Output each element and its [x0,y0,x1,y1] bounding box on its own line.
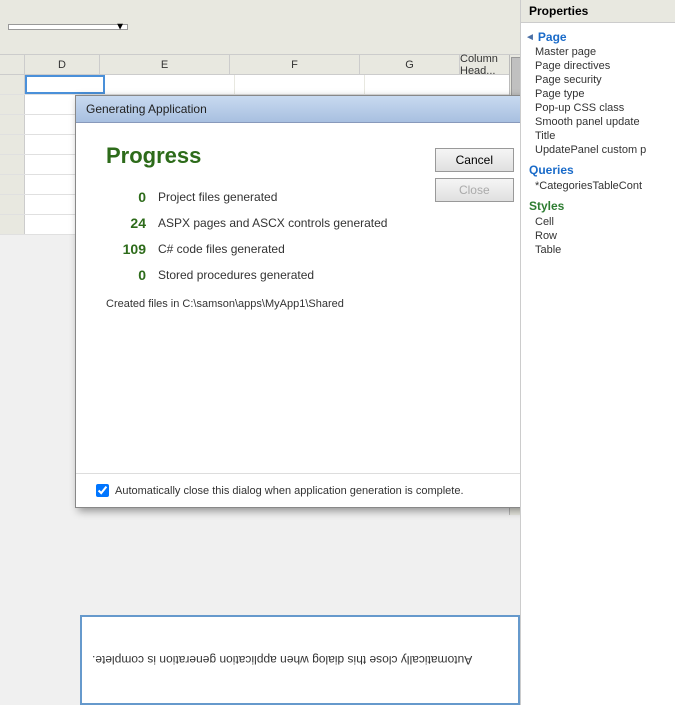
progress-num-0: 0 [106,189,146,205]
prop-styles-title: Styles [525,198,568,214]
col-header-f: F [230,55,360,74]
dialog-buttons: Cancel Close [435,148,514,202]
prop-item-page-type[interactable]: Page type [521,87,675,101]
prop-section-styles-header[interactable]: Styles [521,197,675,215]
prop-section-queries-header[interactable]: Queries [521,161,675,179]
toolbar: ▼ [0,0,520,55]
progress-label-3: Stored procedures generated [158,268,314,282]
triangle-icon: ◄ [525,32,535,43]
close-button[interactable]: Close [435,178,514,202]
progress-label-1: ASPX pages and ASCX controls generated [158,216,387,230]
bottom-panel: Automatically close this dialog when app… [80,615,520,705]
prop-item-categories[interactable]: *CategoriesTableCont [521,179,675,193]
prop-section-page-header[interactable]: ◄ Page [521,29,675,45]
prop-section-queries: Queries *CategoriesTableCont [521,159,675,195]
prop-section-page: ◄ Page Master page Page directives Page … [521,27,675,159]
progress-label-2: C# code files generated [158,242,285,256]
prop-item-page-directives[interactable]: Page directives [521,59,675,73]
progress-dialog: Generating Application Progress 0 Projec… [75,95,535,508]
progress-label-0: Project files generated [158,190,277,204]
progress-row-3: 0 Stored procedures generated [106,267,504,283]
prop-item-updatepanel[interactable]: UpdatePanel custom p [521,143,675,157]
prop-section-page-title: Page [538,30,567,44]
column-headers: D E F G Column Head... [0,55,520,75]
prop-item-cell[interactable]: Cell [521,215,675,229]
dropdown-arrow-icon: ▼ [115,22,125,33]
prop-item-row[interactable]: Row [521,229,675,243]
auto-close-label: Automatically close this dialog when app… [115,485,464,497]
dialog-titlebar: Generating Application [76,96,534,123]
prop-item-title[interactable]: Title [521,129,675,143]
prop-queries-title: Queries [525,162,578,178]
auto-close-checkbox[interactable] [96,484,109,497]
toolbar-dropdown[interactable]: ▼ [8,24,128,30]
dialog-title: Generating Application [86,102,207,116]
cell-selected[interactable] [25,75,105,94]
prop-item-table[interactable]: Table [521,243,675,257]
prop-item-popup-css[interactable]: Pop-up CSS class [521,101,675,115]
prop-section-styles: Styles Cell Row Table [521,195,675,259]
scrollbar-thumb[interactable] [511,57,521,97]
col-header-g: G [360,55,460,74]
grid-row-1 [0,75,520,95]
progress-num-2: 109 [106,241,146,257]
dialog-body: Progress 0 Project files generated 24 AS… [76,123,534,473]
prop-item-master-page[interactable]: Master page [521,45,675,59]
prop-item-smooth-panel[interactable]: Smooth panel update [521,115,675,129]
dialog-footer: Automatically close this dialog when app… [76,473,534,507]
progress-path: Created files in C:\samson\apps\MyApp1\S… [106,298,504,310]
col-header-e: E [100,55,230,74]
cancel-button[interactable]: Cancel [435,148,514,172]
prop-item-page-security[interactable]: Page security [521,73,675,87]
bottom-panel-text: Automatically close this dialog when app… [92,653,472,667]
properties-panel: Properties ◄ Page Master page Page direc… [520,0,675,705]
properties-tree: ◄ Page Master page Page directives Page … [521,23,675,263]
progress-rows: 0 Project files generated 24 ASPX pages … [106,189,504,283]
auto-close-checkbox-area: Automatically close this dialog when app… [96,484,464,497]
col-header-d: D [25,55,100,74]
progress-row-2: 109 C# code files generated [106,241,504,257]
row-header-spacer [0,55,25,74]
properties-header: Properties [521,0,675,23]
progress-num-3: 0 [106,267,146,283]
progress-num-1: 24 [106,215,146,231]
progress-row-1: 24 ASPX pages and ASCX controls generate… [106,215,504,231]
